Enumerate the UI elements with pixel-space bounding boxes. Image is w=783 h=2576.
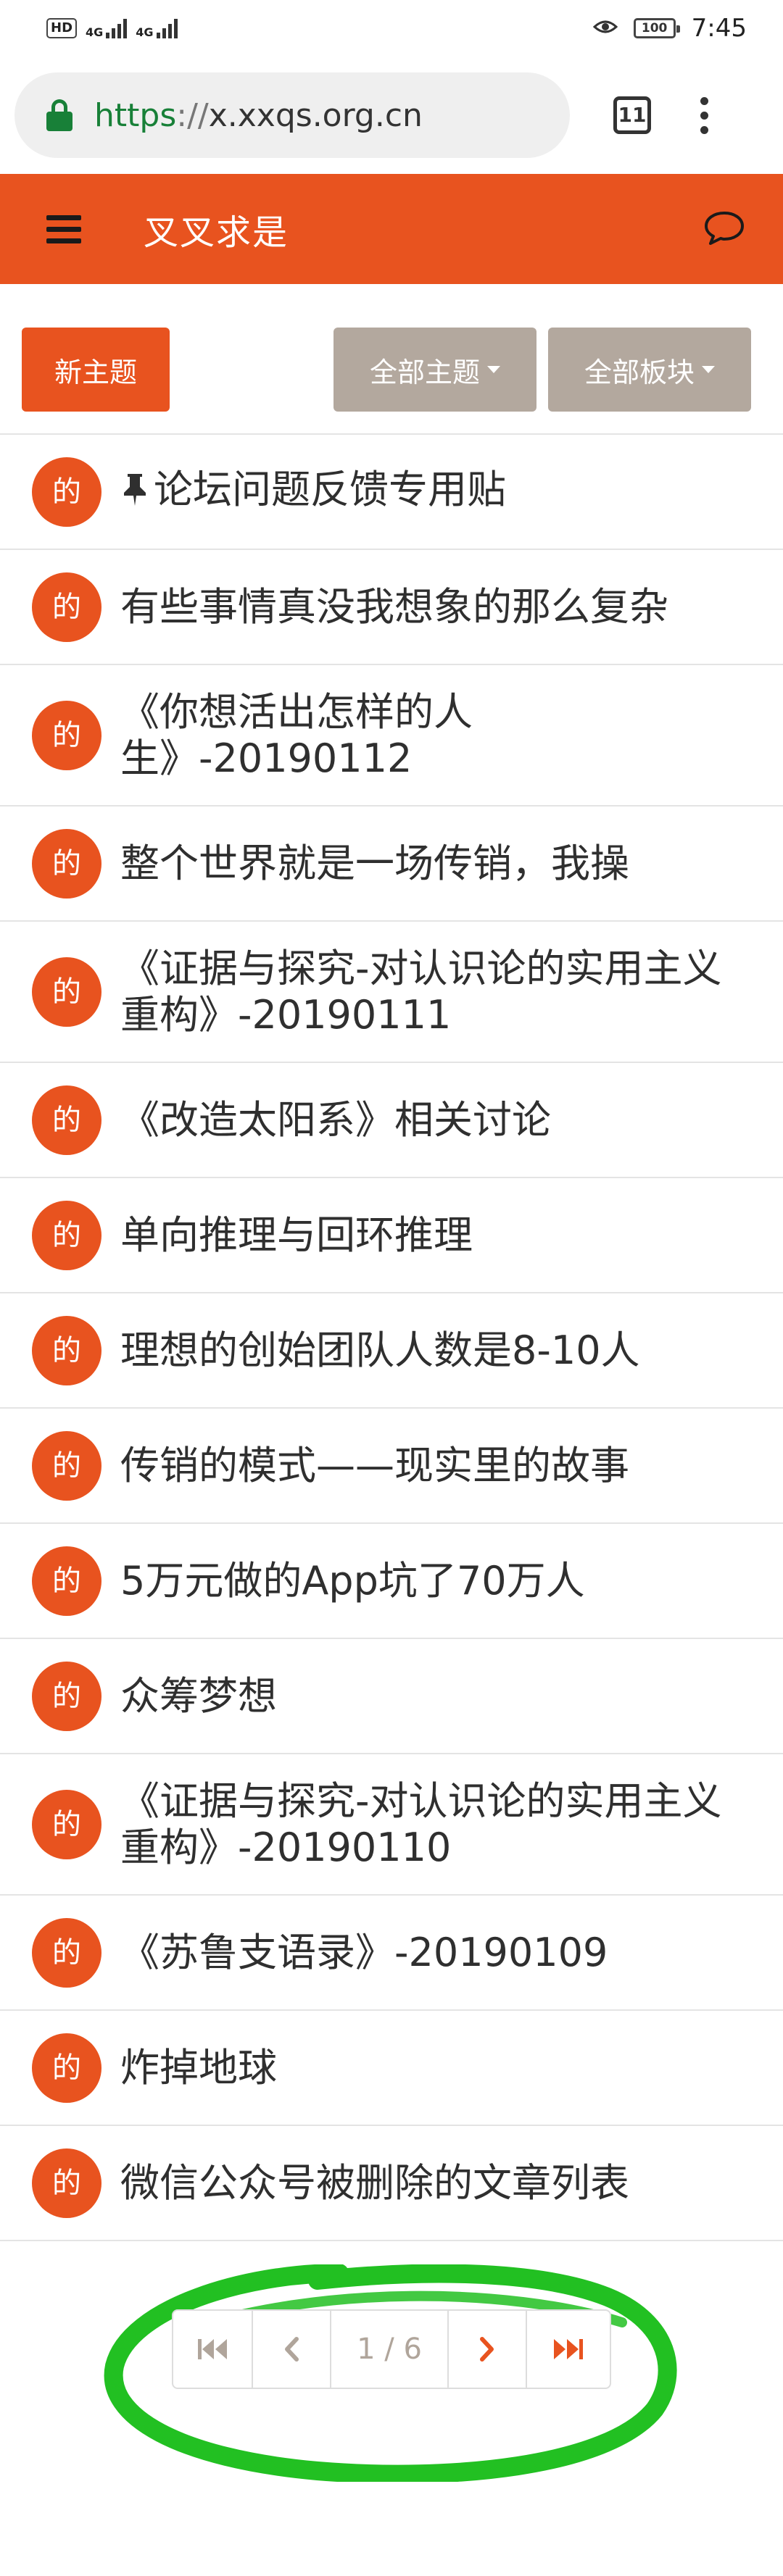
avatar[interactable]: 的 bbox=[32, 1085, 102, 1155]
all-boards-dropdown[interactable]: 全部板块 bbox=[548, 328, 751, 412]
all-topics-label: 全部主题 bbox=[369, 356, 480, 388]
caret-down-icon bbox=[702, 366, 715, 373]
topic-row[interactable]: 的 《苏鲁支语录》-20190109 bbox=[0, 1894, 783, 2009]
prev-page-button[interactable] bbox=[253, 2311, 331, 2388]
clock: 7:45 bbox=[691, 14, 747, 43]
topic-row[interactable]: 的 有些事情真没我想象的那么复杂 bbox=[0, 549, 783, 664]
pagination: 1 / 6 bbox=[172, 2309, 611, 2389]
topic-title[interactable]: 《你想活出怎样的人生》-20190112 bbox=[120, 689, 555, 782]
all-boards-label: 全部板块 bbox=[584, 356, 695, 388]
topic-row[interactable]: 的 《你想活出怎样的人生》-20190112 bbox=[0, 664, 783, 805]
topic-row[interactable]: 的 微信公众号被删除的文章列表 bbox=[0, 2125, 783, 2240]
signal-2-icon: 4G bbox=[136, 18, 178, 39]
last-page-icon bbox=[554, 2339, 583, 2359]
status-bar: HD 4G 4G 100 7:45 bbox=[0, 0, 783, 57]
avatar[interactable]: 的 bbox=[32, 572, 102, 642]
topic-title[interactable]: 传销的模式——现实里的故事 bbox=[120, 1443, 758, 1489]
avatar[interactable]: 的 bbox=[32, 1200, 102, 1270]
all-topics-dropdown[interactable]: 全部主题 bbox=[334, 328, 536, 412]
avatar[interactable]: 的 bbox=[32, 1315, 102, 1385]
url-separator: :// bbox=[176, 96, 209, 134]
chat-bubble-icon[interactable] bbox=[703, 210, 745, 249]
topic-title[interactable]: 整个世界就是一场传销，我操 bbox=[120, 841, 758, 887]
avatar[interactable]: 的 bbox=[32, 2033, 102, 2103]
status-left: HD 4G 4G bbox=[46, 18, 178, 38]
avatar[interactable]: 的 bbox=[32, 1661, 102, 1731]
topic-title[interactable]: 《证据与探究-对认识论的实用主义重构》-20190110 bbox=[120, 1778, 758, 1871]
avatar[interactable]: 的 bbox=[32, 700, 102, 770]
topic-row[interactable]: 的 《改造太阳系》相关讨论 bbox=[0, 1062, 783, 1177]
avatar[interactable]: 的 bbox=[32, 1430, 102, 1501]
topic-title[interactable]: 《苏鲁支语录》-20190109 bbox=[120, 1930, 758, 1976]
topic-row[interactable]: 的 理想的创始团队人数是8-10人 bbox=[0, 1292, 783, 1407]
url-host: x.xxqs.org.cn bbox=[208, 96, 423, 134]
new-topic-button[interactable]: 新主题 bbox=[22, 328, 170, 412]
topic-row[interactable]: 的 传销的模式——现实里的故事 bbox=[0, 1407, 783, 1522]
site-title[interactable]: 叉叉求是 bbox=[144, 204, 289, 254]
topic-row[interactable]: 的 单向推理与回环推理 bbox=[0, 1177, 783, 1292]
next-page-button[interactable] bbox=[449, 2311, 527, 2388]
topic-row[interactable]: 的 整个世界就是一场传销，我操 bbox=[0, 805, 783, 920]
topic-title[interactable]: 理想的创始团队人数是8-10人 bbox=[120, 1327, 758, 1374]
browser-toolbar: https://x.xxqs.org.cn 11 bbox=[0, 57, 783, 174]
topic-title[interactable]: 论坛问题反馈专用贴 bbox=[120, 467, 758, 517]
lock-icon bbox=[46, 99, 72, 131]
topic-row[interactable]: 的 5万元做的App坑了70万人 bbox=[0, 1522, 783, 1638]
url-field[interactable]: https://x.xxqs.org.cn bbox=[14, 72, 570, 158]
hd-badge: HD bbox=[46, 18, 78, 38]
avatar[interactable]: 的 bbox=[32, 1917, 102, 1988]
avatar[interactable]: 的 bbox=[32, 2148, 102, 2218]
topic-title[interactable]: 微信公众号被删除的文章列表 bbox=[120, 2160, 758, 2206]
avatar[interactable]: 的 bbox=[32, 828, 102, 899]
last-page-button[interactable] bbox=[527, 2311, 610, 2388]
topic-actions: 新主题 全部主题 全部板块 bbox=[0, 284, 783, 435]
topic-title[interactable]: 众筹梦想 bbox=[120, 1673, 758, 1720]
topic-title[interactable]: 5万元做的App坑了70万人 bbox=[120, 1558, 758, 1604]
hamburger-menu-icon[interactable] bbox=[46, 214, 81, 243]
caret-down-icon bbox=[487, 366, 500, 373]
avatar[interactable]: 的 bbox=[32, 457, 102, 527]
topic-title[interactable]: 《证据与探究-对认识论的实用主义重构》-20190111 bbox=[120, 946, 758, 1038]
site-header: 叉叉求是 bbox=[0, 174, 783, 284]
avatar[interactable]: 的 bbox=[32, 1789, 102, 1859]
first-page-icon bbox=[198, 2339, 227, 2359]
new-topic-label: 新主题 bbox=[54, 356, 137, 388]
browser-menu-icon[interactable] bbox=[700, 96, 708, 134]
status-right: 100 7:45 bbox=[592, 14, 747, 43]
page-indicator: 1 / 6 bbox=[331, 2311, 449, 2388]
topic-row[interactable]: 的 《证据与探究-对认识论的实用主义重构》-20190111 bbox=[0, 920, 783, 1062]
topic-row[interactable]: 的 《证据与探究-对认识论的实用主义重构》-20190110 bbox=[0, 1753, 783, 1894]
tab-switcher-button[interactable]: 11 bbox=[613, 96, 651, 134]
signal-1-icon: 4G bbox=[86, 18, 128, 39]
topic-row[interactable]: 的 炸掉地球 bbox=[0, 2009, 783, 2125]
chevron-left-icon bbox=[285, 2337, 299, 2362]
topic-title[interactable]: 《改造太阳系》相关讨论 bbox=[120, 1097, 758, 1143]
chevron-right-icon bbox=[480, 2337, 494, 2362]
pin-icon bbox=[120, 471, 149, 517]
topic-list: 的 论坛问题反馈专用贴 的 有些事情真没我想象的那么复杂 的 《你想活出怎样的人… bbox=[0, 433, 783, 2241]
avatar[interactable]: 的 bbox=[32, 1546, 102, 1616]
topic-row[interactable]: 的 论坛问题反馈专用贴 bbox=[0, 433, 783, 549]
topic-title[interactable]: 有些事情真没我想象的那么复杂 bbox=[120, 584, 758, 630]
avatar[interactable]: 的 bbox=[32, 956, 102, 1027]
network-type-1: 4G bbox=[86, 25, 104, 39]
battery-icon: 100 bbox=[633, 18, 680, 38]
first-page-button[interactable] bbox=[173, 2311, 253, 2388]
url-scheme: https bbox=[94, 96, 177, 134]
network-type-2: 4G bbox=[136, 25, 154, 39]
topic-title[interactable]: 炸掉地球 bbox=[120, 2045, 758, 2091]
list-divider bbox=[0, 2240, 783, 2241]
topic-title-text: 论坛问题反馈专用贴 bbox=[154, 466, 506, 512]
topic-row[interactable]: 的 众筹梦想 bbox=[0, 1638, 783, 1753]
topic-title[interactable]: 单向推理与回环推理 bbox=[120, 1212, 758, 1259]
eye-comfort-icon bbox=[592, 16, 618, 41]
